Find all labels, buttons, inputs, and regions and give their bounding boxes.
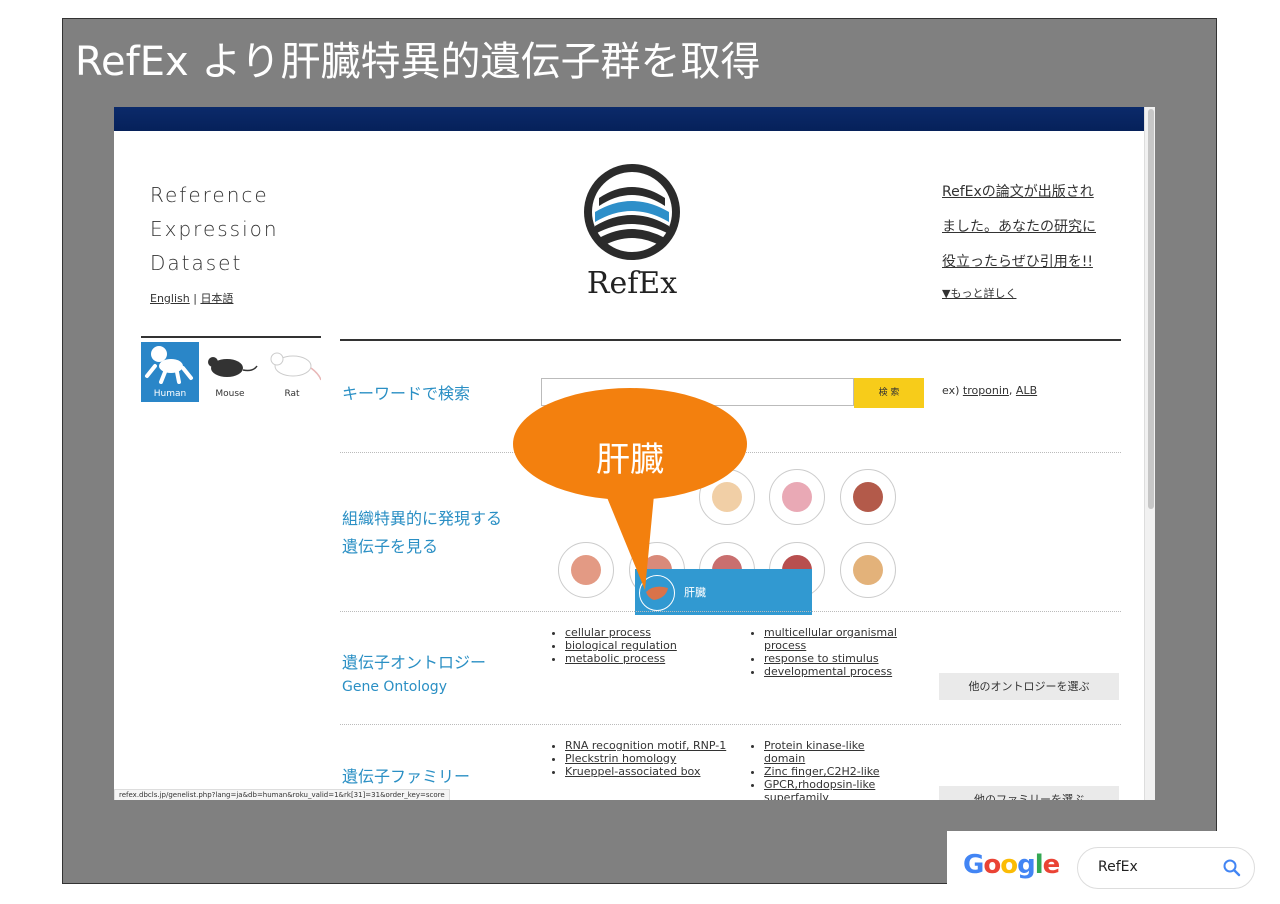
family-term-link[interactable]: Pleckstrin homology bbox=[565, 752, 676, 765]
tissue-specific-label: 組織特異的に発現する 遺伝子を見る bbox=[342, 505, 502, 561]
other-ontology-button[interactable]: 他のオントロジーを選ぶ bbox=[939, 673, 1119, 700]
species-human[interactable]: Human bbox=[141, 342, 199, 402]
list-item: Zinc finger,C2H2-like bbox=[764, 765, 904, 778]
example-troponin-link[interactable]: troponin bbox=[963, 384, 1009, 397]
family-term-link[interactable]: GPCR,rhodopsin-like superfamily bbox=[764, 778, 875, 800]
skin-icon bbox=[712, 482, 742, 512]
notice-link-line[interactable]: RefExの論文が出版され bbox=[942, 184, 1094, 200]
status-bar-url: refex.dbcls.jp/genelist.php?lang=ja&db=h… bbox=[114, 789, 450, 800]
go-term-link[interactable]: response to stimulus bbox=[764, 652, 879, 665]
tissue-label-line: 組織特異的に発現する bbox=[342, 509, 503, 528]
google-query-text: RefEx bbox=[1098, 859, 1138, 875]
lang-english-link[interactable]: English bbox=[150, 292, 190, 305]
example-alb-link[interactable]: ALB bbox=[1016, 384, 1037, 397]
go-term-link[interactable]: developmental process bbox=[764, 665, 892, 678]
gene-family-label: 遺伝子ファミリー bbox=[342, 767, 471, 786]
language-switch: English | 日本語 bbox=[150, 290, 233, 306]
brand-text: Reference Expression Dataset bbox=[150, 178, 279, 280]
other-family-button[interactable]: 他のファミリーを選ぶ bbox=[939, 786, 1119, 800]
intestine-icon bbox=[571, 555, 601, 585]
brand-line: Reference bbox=[150, 183, 269, 207]
tooltip-label: 肝臓 bbox=[684, 586, 706, 599]
go-label-jp: 遺伝子オントロジー bbox=[342, 653, 487, 672]
family-term-link[interactable]: Zinc finger,C2H2-like bbox=[764, 765, 880, 778]
tissue-label-line: 遺伝子を見る bbox=[342, 537, 439, 556]
species-divider bbox=[141, 336, 321, 338]
pancreas-icon bbox=[853, 555, 883, 585]
go-terms-col2: multicellular organismal process respons… bbox=[750, 626, 929, 678]
brand-line: Expression bbox=[150, 217, 279, 241]
species-mouse[interactable]: Mouse bbox=[201, 342, 259, 402]
lang-separator: | bbox=[189, 292, 201, 305]
scroll-thumb[interactable] bbox=[1148, 109, 1154, 509]
publication-notice: RefExの論文が出版され ました。あなたの研究に 役立ったらぜひ引用を!! ▼… bbox=[942, 175, 1122, 311]
slide-title: RefEx より肝臓特異的遺伝子群を取得 bbox=[75, 39, 761, 85]
list-item: Protein kinase-like domain bbox=[764, 739, 904, 765]
list-item: developmental process bbox=[764, 665, 929, 678]
heart-icon bbox=[853, 482, 883, 512]
family-terms-col1: RNA recognition motif, RNP-1 Pleckstrin … bbox=[551, 739, 745, 778]
species-rat[interactable]: Rat bbox=[263, 342, 322, 402]
google-search-box: Google RefEx bbox=[947, 831, 1279, 902]
list-item: RNA recognition motif, RNP-1 bbox=[565, 739, 745, 752]
search-examples: ex) troponin, ALB bbox=[942, 384, 1037, 397]
species-selector: Human Mouse Rat bbox=[141, 342, 322, 402]
refex-logo-icon bbox=[584, 164, 680, 260]
search-button[interactable]: 検 索 bbox=[854, 378, 924, 408]
species-label: Mouse bbox=[215, 389, 245, 399]
list-item: multicellular organismal process bbox=[764, 626, 929, 652]
go-label-en: Gene Ontology bbox=[342, 679, 447, 695]
list-item: GPCR,rhodopsin-like superfamily bbox=[764, 778, 904, 800]
examples-comma: , bbox=[1008, 384, 1016, 397]
go-terms-col1: cellular process biological regulation m… bbox=[551, 626, 745, 665]
baby-icon bbox=[145, 346, 193, 384]
notice-link-line[interactable]: ました。あなたの研究に bbox=[942, 219, 1096, 235]
list-item: cellular process bbox=[565, 626, 745, 639]
organ-intestine-button[interactable] bbox=[558, 542, 614, 598]
liver-tooltip[interactable]: 肝臓 bbox=[635, 569, 812, 615]
callout-text: 肝臓 bbox=[596, 440, 664, 480]
uterus-icon bbox=[782, 482, 812, 512]
list-item: response to stimulus bbox=[764, 652, 929, 665]
keyword-search-label: キーワードで検索 bbox=[342, 384, 471, 403]
row-separator bbox=[340, 611, 1121, 612]
go-term-link[interactable]: metabolic process bbox=[565, 652, 665, 665]
list-item: metabolic process bbox=[565, 652, 745, 665]
google-logo: Google bbox=[963, 850, 1060, 880]
refex-logo[interactable]: RefEx bbox=[577, 162, 687, 307]
scrollbar[interactable] bbox=[1144, 107, 1155, 800]
species-label: Human bbox=[153, 389, 187, 399]
header-bar bbox=[114, 107, 1145, 131]
notice-link-line[interactable]: 役立ったらぜひ引用を!! bbox=[942, 254, 1093, 270]
gene-ontology-label: 遺伝子オントロジー Gene Ontology bbox=[342, 649, 486, 697]
row-separator bbox=[340, 724, 1121, 725]
go-term-link[interactable]: multicellular organismal process bbox=[764, 626, 897, 652]
family-terms-col2: Protein kinase-like domain Zinc finger,C… bbox=[750, 739, 904, 800]
list-item: biological regulation bbox=[565, 639, 745, 652]
family-term-link[interactable]: Protein kinase-like domain bbox=[764, 739, 865, 765]
rat-icon bbox=[270, 352, 322, 381]
species-label: Rat bbox=[284, 389, 300, 399]
examples-prefix: ex) bbox=[942, 384, 963, 397]
lang-japanese-link[interactable]: 日本語 bbox=[200, 292, 233, 305]
google-search-input[interactable]: RefEx bbox=[1077, 847, 1255, 889]
logo-text: RefEx bbox=[586, 266, 678, 301]
search-icon[interactable] bbox=[1222, 858, 1242, 878]
family-term-link[interactable]: RNA recognition motif, RNP-1 bbox=[565, 739, 726, 752]
go-term-link[interactable]: biological regulation bbox=[565, 639, 677, 652]
mouse-icon bbox=[208, 357, 258, 377]
go-term-link[interactable]: cellular process bbox=[565, 626, 651, 639]
main-divider bbox=[340, 339, 1121, 341]
organ-pancreas-button[interactable] bbox=[840, 542, 896, 598]
organ-heart-button[interactable] bbox=[840, 469, 896, 525]
family-term-link[interactable]: Krueppel-associated box bbox=[565, 765, 700, 778]
list-item: Krueppel-associated box bbox=[565, 765, 745, 778]
list-item: Pleckstrin homology bbox=[565, 752, 745, 765]
liver-icon bbox=[639, 575, 675, 611]
organ-uterus-button[interactable] bbox=[769, 469, 825, 525]
brand-line: Dataset bbox=[150, 251, 243, 275]
notice-more-link[interactable]: ▼もっと詳しく bbox=[942, 276, 1122, 311]
